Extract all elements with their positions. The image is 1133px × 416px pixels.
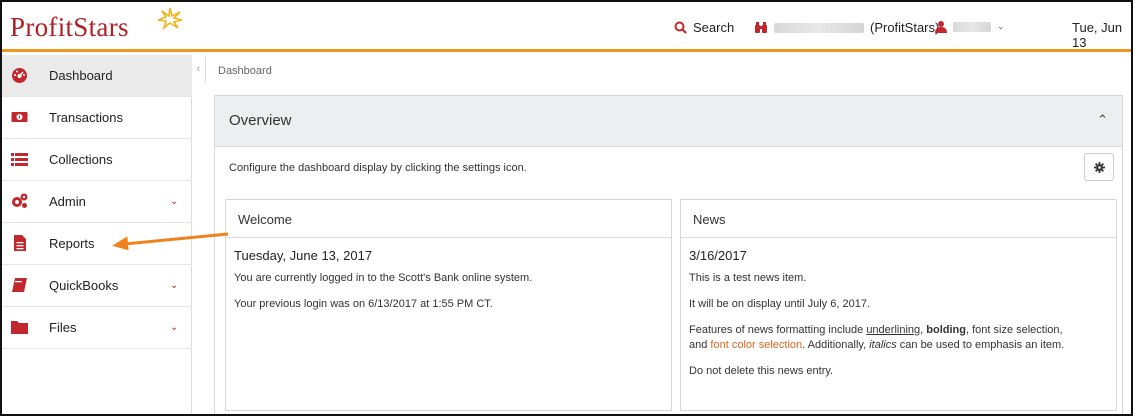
logo-star-icon [157,7,183,31]
sidebar-item-label: Collections [49,152,113,167]
news-line: This is a test news item. [689,272,807,284]
user-icon [935,21,947,33]
news-line: Do not delete this news entry. [689,365,834,377]
sidebar-item-quickbooks[interactable]: QuickBooks ⌄ [2,265,192,307]
news-formatting-text: Features of news formatting include unde… [689,323,1108,353]
book-icon [12,278,27,292]
chevron-down-icon[interactable]: ⌄ [170,280,178,291]
folder-icon [11,321,28,334]
overview-panel: Overview ⌃ Configure the dashboard displ… [214,95,1123,414]
news-card-body: 3/16/2017 This is a test news item. It w… [689,248,1108,390]
redacted-org-name [774,22,864,33]
login-status-text: You are currently logged in to the Scott… [234,272,533,284]
money-icon [11,112,28,122]
app-window: ProfitStars Search (ProfitStars) ⌄ Tue, … [0,0,1133,416]
sidebar-item-files[interactable]: Files ⌄ [2,307,192,349]
user-menu[interactable]: ⌄ [935,20,1005,33]
overview-panel-header[interactable]: Overview ⌃ [215,96,1122,147]
sidebar-item-label: Files [49,320,77,335]
gears-icon [12,193,28,208]
sidebar-item-label: QuickBooks [49,278,119,293]
gear-icon [1093,161,1105,173]
main-content: Dashboard Overview ⌃ Configure the dashb… [206,55,1131,414]
welcome-card-body: Tuesday, June 13, 2017 You are currently… [234,248,663,323]
news-date: 3/16/2017 [689,248,747,263]
underlined-text: underlining [866,324,921,336]
annotation-arrow [112,232,229,251]
chevron-up-icon[interactable]: ⌃ [1097,112,1108,128]
document-icon [14,235,26,251]
search-button[interactable]: Search [674,20,734,35]
top-header: ProfitStars Search (ProfitStars) ⌄ Tue, … [2,2,1131,52]
news-line: It will be on display until July 6, 2017… [689,298,870,310]
chevron-down-icon[interactable]: ⌄ [170,196,178,207]
colored-text: font color selection [710,339,803,351]
sidebar-collapse-button[interactable]: ‹ [192,55,206,83]
sidebar-item-transactions[interactable]: Transactions [2,97,192,139]
chevron-down-icon[interactable]: ⌄ [170,322,178,333]
breadcrumb[interactable]: Dashboard [218,65,272,77]
panel-title: Overview [229,112,292,129]
sidebar-item-label: Dashboard [49,68,113,83]
list-icon [11,153,28,166]
sidebar-item-admin[interactable]: Admin ⌄ [2,181,192,223]
previous-login-text: Your previous login was on 6/13/2017 at … [234,298,493,310]
news-text: Features of news formatting include [689,324,867,336]
organization-selector[interactable]: (ProfitStars) [754,20,939,35]
panel-description: Configure the dashboard display by click… [229,162,527,174]
search-label: Search [693,20,735,35]
sidebar-item-collections[interactable]: Collections [2,139,192,181]
bold-text: bolding [926,324,966,336]
card-title: Welcome [238,212,292,227]
welcome-card-header: Welcome [226,200,671,238]
sidebar-item-dashboard[interactable]: Dashboard [2,55,192,97]
news-text: and [689,339,711,351]
settings-button[interactable] [1084,153,1114,181]
binoculars-icon [755,22,767,33]
news-card: News 3/16/2017 This is a test news item.… [680,199,1117,411]
news-text: can be used to emphasis an item. [896,339,1065,351]
sidebar-item-label: Admin [49,194,86,209]
search-icon [674,21,687,34]
news-text: , font size selection, [965,324,1063,336]
dashboard-icon [12,68,27,83]
news-text: . Additionally, [802,339,870,351]
current-date: Tue, Jun 13 [1072,20,1123,50]
card-title: News [693,212,726,227]
welcome-date: Tuesday, June 13, 2017 [234,248,373,263]
sidebar-item-label: Transactions [49,110,123,125]
profitstars-logo[interactable]: ProfitStars [10,12,129,43]
welcome-card: Welcome Tuesday, June 13, 2017 You are c… [225,199,672,411]
sidebar-item-label: Reports [49,236,95,251]
redacted-user-name [953,21,991,32]
chevron-down-icon: ⌄ [997,21,1005,31]
news-card-header: News [681,200,1116,238]
italic-text: italics [869,339,897,351]
org-label: (ProfitStars) [870,20,940,35]
